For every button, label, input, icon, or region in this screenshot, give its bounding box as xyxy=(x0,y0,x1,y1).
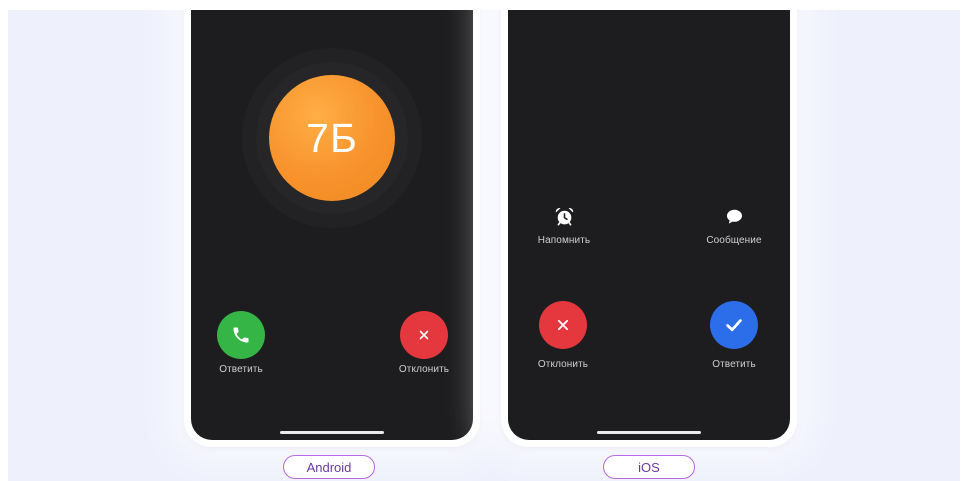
decline-button[interactable] xyxy=(400,311,448,359)
android-incoming-call-screen: 7Б Ответить Отклонить xyxy=(191,10,473,440)
message-label: Сообщение xyxy=(706,235,762,246)
platform-badge-label: iOS xyxy=(638,459,660,475)
decline-action: Отклонить xyxy=(382,311,466,376)
answer-label: Ответить xyxy=(219,364,263,375)
ios-incoming-call-screen: Напомнить Сообщение Отклонить Ответить xyxy=(508,10,790,440)
caller-initials: 7Б xyxy=(306,114,358,161)
close-icon xyxy=(419,330,429,340)
chat-bubble-icon xyxy=(726,209,742,224)
android-phone: 7Б Ответить Отклонить xyxy=(184,10,480,447)
phone-icon xyxy=(233,327,249,343)
caller-avatar: 7Б xyxy=(269,75,395,201)
decline-action: Отклонить xyxy=(521,301,605,371)
close-icon xyxy=(557,319,569,331)
answer-label: Ответить xyxy=(712,359,756,370)
illustration-background: 7Б Ответить Отклонить Напомнить Сообщени… xyxy=(8,10,960,481)
answer-action: Ответить xyxy=(199,311,283,376)
decline-button[interactable] xyxy=(539,301,587,349)
ios-phone: Напомнить Сообщение Отклонить Ответить xyxy=(501,10,797,447)
answer-action: Ответить xyxy=(692,301,776,371)
platform-badge-label: Android xyxy=(306,459,352,475)
platform-badge-ios: iOS xyxy=(603,455,695,479)
platform-badge-android: Android xyxy=(283,455,375,479)
remind-me-label: Напомнить xyxy=(537,235,591,246)
answer-button[interactable] xyxy=(217,311,265,359)
answer-button[interactable] xyxy=(710,301,758,349)
remind-me-button[interactable]: Напомнить xyxy=(522,205,606,247)
home-indicator[interactable] xyxy=(597,431,701,434)
alarm-clock-icon xyxy=(555,207,573,226)
checkmark-icon xyxy=(726,319,742,332)
home-indicator[interactable] xyxy=(280,431,384,434)
decline-label: Отклонить xyxy=(537,359,589,370)
decline-label: Отклонить xyxy=(398,364,450,375)
message-button[interactable]: Сообщение xyxy=(692,205,776,247)
